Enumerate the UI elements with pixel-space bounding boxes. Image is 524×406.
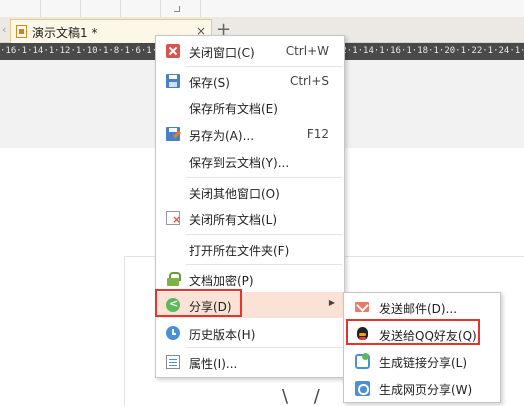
web-icon (355, 381, 370, 396)
menu-item-close-all[interactable]: 关闭所有文档(L) (157, 205, 343, 231)
menu-separator (186, 264, 342, 265)
qq-highlight-box (346, 319, 480, 345)
close-window-icon (166, 44, 180, 58)
menu-item-label: 关闭所有文档(L) (189, 213, 278, 227)
menu-item-open-folder[interactable]: 打开所在文件夹(F) (157, 236, 343, 262)
submenu-item-link-share[interactable]: 生成链接分享(L) (345, 349, 499, 375)
menu-item-label: 另存为(A)... (189, 129, 255, 143)
divider (160, 0, 161, 17)
menu-item-properties[interactable]: 属性(I)... (157, 349, 343, 375)
tab-context-menu: 关闭窗口(C) Ctrl+W 保存(S) Ctrl+S 保存所有文档(E) 另存… (155, 35, 345, 378)
menu-item-close-window[interactable]: 关闭窗口(C) Ctrl+W (157, 38, 343, 64)
link-icon (355, 353, 370, 369)
close-all-icon (166, 211, 181, 225)
menu-item-label: 关闭其他窗口(O) (189, 187, 280, 201)
menu-item-label: 属性(I)... (189, 357, 238, 371)
divider (40, 0, 41, 17)
menu-separator (186, 66, 342, 67)
share-submenu: 发送邮件(D)... 发送给QQ好友(Q) 生成链接分享(L) 生成网页分享(W… (343, 292, 501, 403)
menu-item-save-as[interactable]: 另存为(A)... F12 (157, 121, 343, 147)
menu-item-history[interactable]: 历史版本(H) (157, 320, 343, 346)
menu-item-label: 保存所有文档(E) (189, 102, 278, 116)
submenu-arrow-icon: ▶ (328, 298, 335, 307)
slide-content-fragment: \ / (282, 386, 330, 406)
menu-item-save-all[interactable]: 保存所有文档(E) (157, 94, 343, 120)
menu-item-close-others[interactable]: 关闭其他窗口(O) (157, 179, 343, 205)
menu-item-label: 关闭窗口(C) (189, 46, 255, 60)
divider (200, 0, 201, 17)
menu-separator (186, 177, 342, 178)
menu-item-label: 保存(S) (189, 76, 230, 90)
title-strip (0, 0, 524, 17)
properties-icon (166, 355, 180, 369)
submenu-item-send-email[interactable]: 发送邮件(D)... (345, 295, 499, 321)
menu-item-shortcut: F12 (306, 127, 329, 141)
menu-item-save[interactable]: 保存(S) Ctrl+S (157, 68, 343, 94)
divider (120, 0, 121, 17)
menu-item-label: 打开所在文件夹(F) (189, 244, 290, 258)
save-as-icon (166, 127, 180, 141)
submenu-item-label: 发送邮件(D)... (379, 302, 458, 316)
menu-separator (186, 234, 342, 235)
divider (80, 0, 81, 17)
menu-item-shortcut: Ctrl+S (289, 74, 329, 88)
presentation-file-icon (16, 25, 27, 38)
menu-item-label: 历史版本(H) (189, 328, 256, 342)
lock-icon (166, 272, 181, 286)
menu-item-label: 保存到云文档(Y)... (189, 156, 290, 170)
history-icon (166, 326, 180, 340)
mail-icon (355, 300, 370, 315)
menu-separator (186, 347, 342, 348)
menu-item-shortcut: Ctrl+W (285, 44, 329, 58)
submenu-item-label: 生成链接分享(L) (379, 356, 468, 370)
document-tab-title: 演示文稿1 * (32, 26, 98, 40)
submenu-item-label: 生成网页分享(W) (379, 383, 473, 397)
expand-corner-icon[interactable] (174, 6, 180, 12)
menu-item-save-to-cloud[interactable]: 保存到云文档(Y)... (157, 148, 343, 174)
submenu-item-web-share[interactable]: 生成网页分享(W) (345, 376, 499, 402)
save-icon (166, 74, 180, 88)
menu-item-label: 文档加密(P) (189, 274, 254, 288)
share-highlight-box (155, 289, 242, 317)
